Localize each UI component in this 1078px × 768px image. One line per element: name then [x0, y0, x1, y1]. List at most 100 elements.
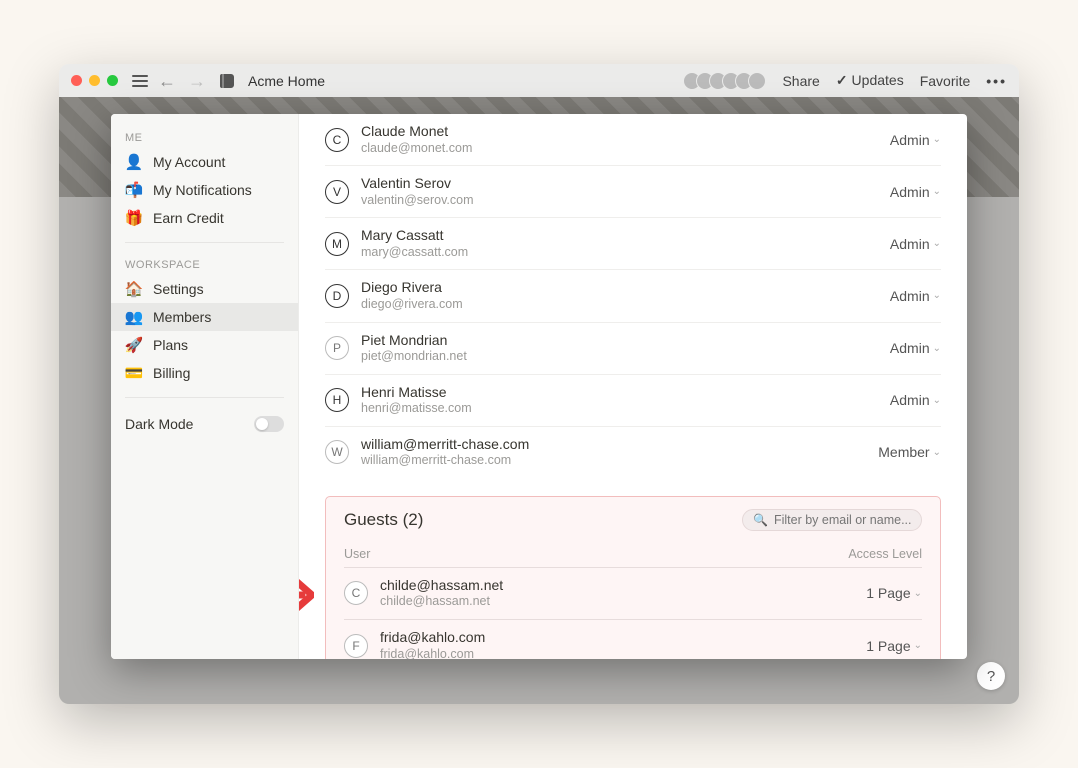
search-icon: 🔍	[753, 513, 768, 527]
guest-info: childe@hassam.netchilde@hassam.net	[380, 577, 503, 610]
guest-name: childe@hassam.net	[380, 577, 503, 595]
people-icon: 👥	[125, 308, 143, 326]
account-icon: 👤	[125, 153, 143, 171]
minimize-dot-icon[interactable]	[89, 75, 100, 86]
sidebar-item-plans[interactable]: 🚀 Plans	[111, 331, 298, 359]
chevron-down-icon: ⌄	[933, 343, 941, 354]
guest-access-select[interactable]: 1 Page ⌄	[866, 638, 922, 654]
member-email: diego@rivera.com	[361, 297, 463, 313]
member-name: Henri Matisse	[361, 384, 472, 402]
member-role-select[interactable]: Admin⌄	[890, 288, 941, 304]
dark-mode-toggle[interactable]	[254, 416, 284, 432]
guest-access-select[interactable]: 1 Page⌄	[866, 585, 922, 601]
member-role: Admin	[890, 288, 930, 304]
member-role-select[interactable]: Admin⌄	[890, 340, 941, 356]
member-role-select[interactable]: Admin⌄	[890, 132, 941, 148]
callout-arrow-icon	[299, 575, 314, 615]
sidebar-item-my-account[interactable]: 👤 My Account	[111, 148, 298, 176]
sidebar-item-label: My Notifications	[153, 182, 252, 198]
sidebar-item-label: Settings	[153, 281, 204, 297]
guest-name: frida@kahlo.com	[380, 629, 485, 647]
member-email: henri@matisse.com	[361, 401, 472, 417]
member-row: HHenri Matissehenri@matisse.comAdmin⌄	[325, 375, 941, 427]
guests-filter-input[interactable]	[774, 513, 911, 527]
chevron-down-icon: ⌄	[914, 640, 922, 651]
member-role: Admin	[890, 184, 930, 200]
presence-avatars[interactable]	[683, 72, 766, 90]
sidebar-item-billing[interactable]: 💳 Billing	[111, 359, 298, 387]
guest-access: 1 Page	[866, 585, 910, 601]
avatar: P	[325, 336, 349, 360]
more-menu-icon[interactable]: •••	[986, 73, 1007, 89]
member-role-select[interactable]: Admin⌄	[890, 236, 941, 252]
rocket-icon: 🚀	[125, 336, 143, 354]
sidebar-heading-workspace: WORKSPACE	[111, 253, 298, 275]
avatar: V	[325, 180, 349, 204]
sidebar-separator	[125, 397, 284, 398]
updates-button[interactable]: Updates	[836, 72, 904, 89]
window-chrome: ← → Acme Home Share Updates Favorite •••	[59, 64, 1019, 97]
sidebar-item-my-notifications[interactable]: 📬 My Notifications	[111, 176, 298, 204]
member-row: DDiego Riveradiego@rivera.comAdmin⌄	[325, 270, 941, 322]
favorite-button[interactable]: Favorite	[920, 73, 971, 89]
member-row: MMary Cassattmary@cassatt.comAdmin⌄	[325, 218, 941, 270]
help-button[interactable]: ?	[977, 662, 1005, 690]
guests-columns: User Access Level	[344, 541, 922, 568]
notifications-icon: 📬	[125, 181, 143, 199]
member-name: william@merritt-chase.com	[361, 436, 529, 454]
guests-title: Guests (2)	[344, 510, 423, 530]
sidebar-item-earn-credit[interactable]: 🎁 Earn Credit	[111, 204, 298, 232]
member-row: P Piet Mondrianpiet@mondrian.net Admin⌄	[325, 323, 941, 375]
dark-mode-label: Dark Mode	[125, 416, 193, 432]
traffic-lights[interactable]	[71, 75, 118, 86]
chevron-down-icon: ⌄	[933, 186, 941, 197]
sidebar-item-settings[interactable]: 🏠 Settings	[111, 275, 298, 303]
member-info: Mary Cassattmary@cassatt.com	[361, 227, 468, 260]
chevron-down-icon: ⌄	[933, 395, 941, 406]
member-row: C Claude Monetclaude@monet.com Admin⌄	[325, 114, 941, 166]
back-arrow-icon[interactable]: ←	[156, 72, 178, 90]
member-info: Claude Monetclaude@monet.com	[361, 123, 472, 156]
guest-row: Ffrida@kahlo.comfrida@kahlo.com1 Page⌄	[344, 620, 922, 659]
guest-access: 1 Page	[866, 638, 910, 654]
avatar: C	[325, 128, 349, 152]
member-role-select[interactable]: Admin⌄	[890, 392, 941, 408]
chevron-down-icon: ⌄	[933, 238, 941, 249]
avatar: F	[344, 634, 368, 658]
sidebar-item-members[interactable]: 👥 Members	[111, 303, 298, 331]
close-dot-icon[interactable]	[71, 75, 82, 86]
avatar: C	[344, 581, 368, 605]
sidebar-item-label: Members	[153, 309, 211, 325]
breadcrumb-title[interactable]: Acme Home	[248, 73, 325, 89]
sidebar-item-label: Plans	[153, 337, 188, 353]
member-name: Claude Monet	[361, 123, 472, 141]
member-role: Admin	[890, 132, 930, 148]
member-name: Mary Cassatt	[361, 227, 468, 245]
chevron-down-icon: ⌄	[933, 447, 941, 458]
member-info: Diego Riveradiego@rivera.com	[361, 279, 463, 312]
card-icon: 💳	[125, 364, 143, 382]
zoom-dot-icon[interactable]	[107, 75, 118, 86]
hamburger-icon[interactable]	[132, 75, 148, 87]
member-role-select[interactable]: Member⌄	[878, 444, 941, 460]
chevron-down-icon: ⌄	[933, 290, 941, 301]
sidebar-item-label: My Account	[153, 154, 225, 170]
member-name: Valentin Serov	[361, 175, 474, 193]
share-button[interactable]: Share	[782, 73, 819, 89]
member-role-select[interactable]: Admin⌄	[890, 184, 941, 200]
sidebar-separator	[125, 242, 284, 243]
member-email: piet@mondrian.net	[361, 349, 467, 365]
settings-sidebar: ME 👤 My Account 📬 My Notifications 🎁 Ear…	[111, 114, 299, 659]
member-row: V Valentin Serovvalentin@serov.com Admin⌄	[325, 166, 941, 218]
gift-icon: 🎁	[125, 209, 143, 227]
forward-arrow-icon[interactable]: →	[186, 72, 208, 90]
member-info: Valentin Serovvalentin@serov.com	[361, 175, 474, 208]
col-access: Access Level	[848, 547, 922, 561]
dark-mode-row: Dark Mode	[111, 408, 298, 440]
member-info: william@merritt-chase.comwilliam@merritt…	[361, 436, 529, 469]
member-info: Piet Mondrianpiet@mondrian.net	[361, 332, 467, 365]
guests-filter[interactable]: 🔍	[742, 509, 922, 531]
member-role: Admin	[890, 236, 930, 252]
member-email: william@merritt-chase.com	[361, 453, 529, 469]
member-role: Admin	[890, 392, 930, 408]
